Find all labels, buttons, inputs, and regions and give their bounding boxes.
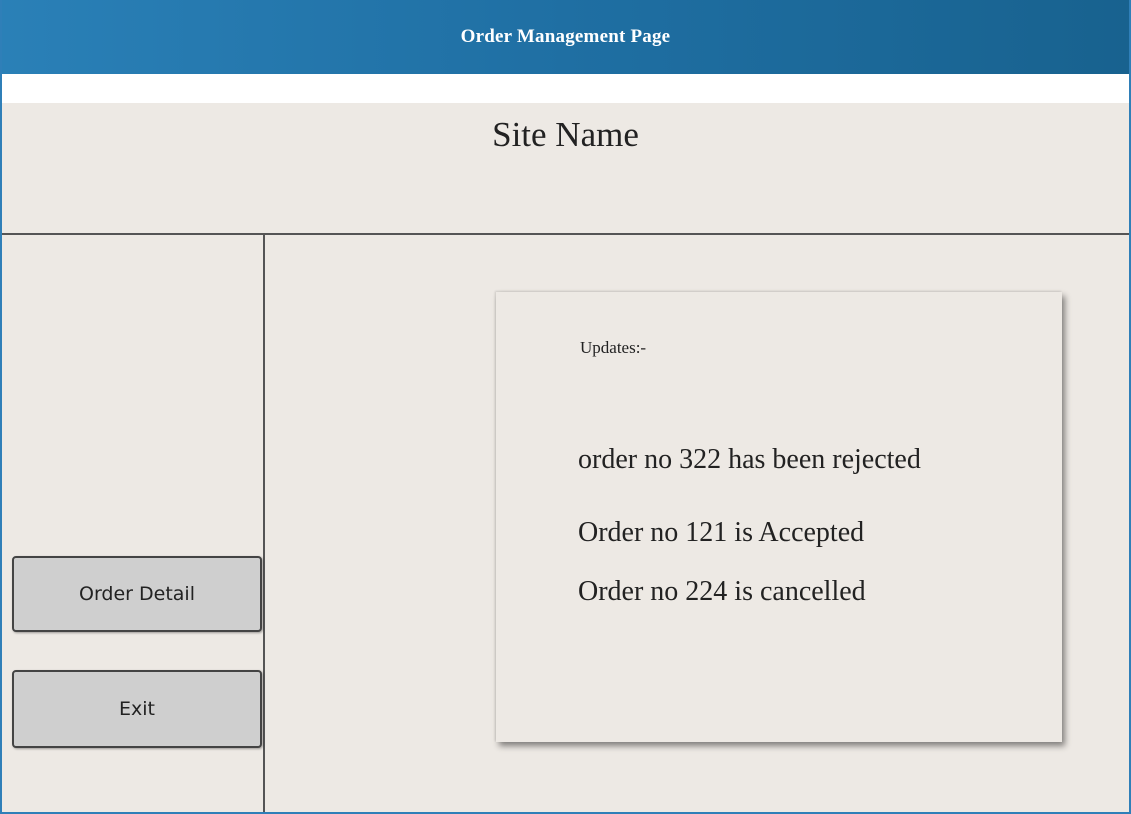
site-name: Site Name xyxy=(492,115,639,154)
title-bar: Order Management Page xyxy=(2,0,1129,74)
site-header: Site Name xyxy=(2,103,1129,234)
updates-panel: Updates:- order no 322 has been rejected… xyxy=(496,292,1062,742)
header-strip xyxy=(2,74,1129,103)
window-title: Order Management Page xyxy=(460,26,671,47)
order-detail-button[interactable]: Order Detail xyxy=(12,556,262,632)
update-item: Order no 224 is cancelled xyxy=(578,576,866,607)
header-divider xyxy=(2,233,1129,235)
exit-button[interactable]: Exit xyxy=(12,670,262,748)
update-item: Order no 121 is Accepted xyxy=(578,517,865,548)
sidebar-divider xyxy=(263,234,265,812)
update-item: order no 322 has been rejected xyxy=(578,444,921,475)
app-window: Order Management Page Site Name Order De… xyxy=(0,0,1131,814)
updates-heading: Updates:- xyxy=(580,338,647,357)
